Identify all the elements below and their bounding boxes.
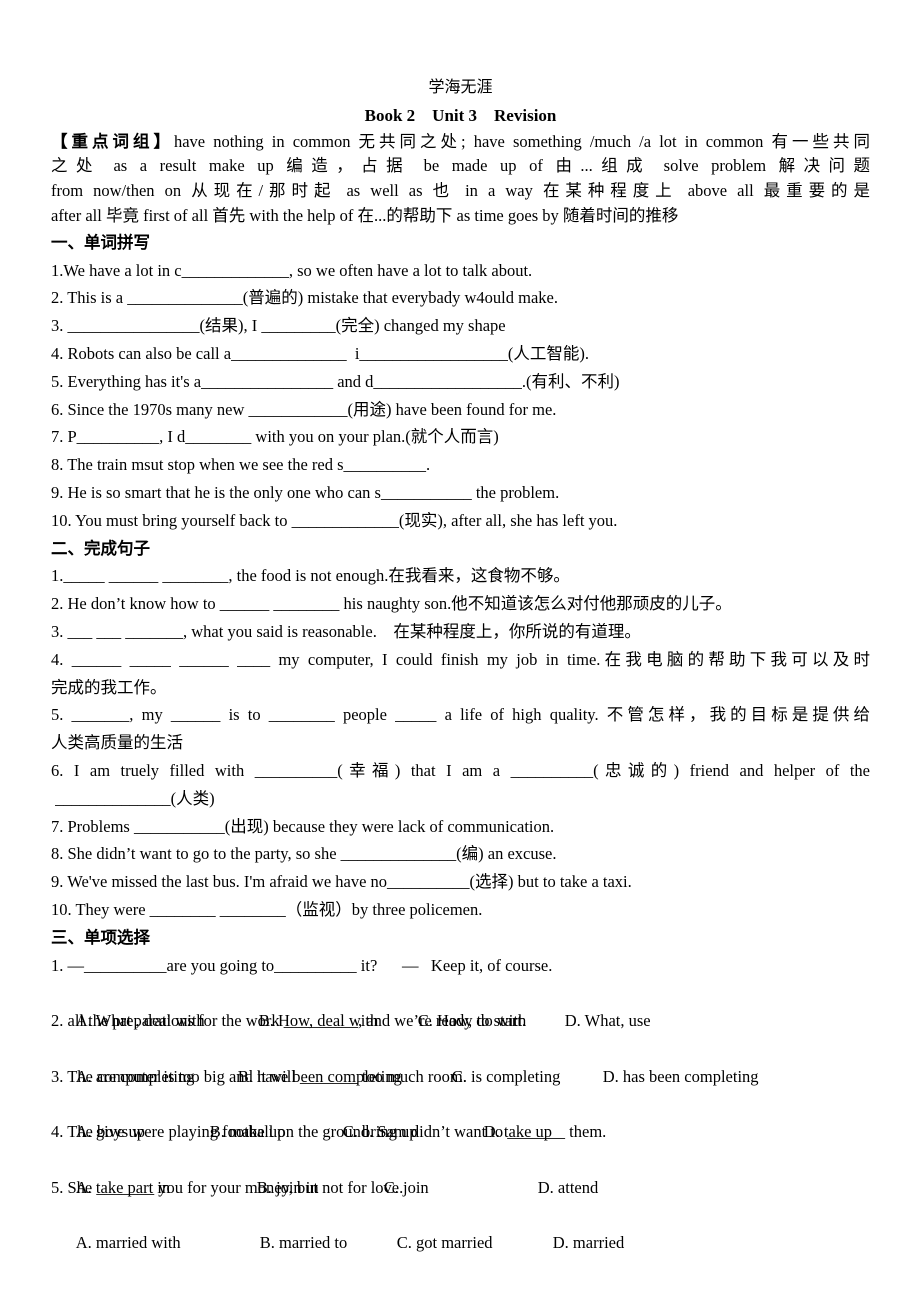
question-item: 1.We have a lot in c_____________, so we… — [51, 260, 533, 280]
answer-options: A. married with B. married to C. got marri… — [51, 1202, 870, 1252]
vocab-line: after all 毕竟 first of all 首先 with the he… — [51, 205, 679, 225]
question-item: 2. He don’t know how to ______ ________ … — [51, 594, 732, 614]
section-heading: 一、单词拼写 — [51, 232, 150, 252]
section-multiple-choice: 三、单项选择 1. —__________are you going to___… — [51, 924, 870, 1253]
answer-options: A. are completing B. have been completing… — [51, 1035, 870, 1086]
answer-options: A. give up B. make up C. bring up D. take u… — [51, 1090, 870, 1141]
question-item: 3. ________________(结果), I _________(完全)… — [51, 316, 506, 336]
question-item: 8. She didn’t want to go to the party, s… — [51, 844, 557, 864]
question-stem: 4. The boys were playing football on the… — [51, 1122, 607, 1142]
option-c: C. got married — [396, 1233, 493, 1253]
option-d: D. What, use — [564, 1011, 651, 1031]
question-item: 2. This is a ______________(普遍的) mistake… — [51, 288, 558, 308]
section-heading: 二、完成句子 — [51, 538, 150, 558]
question-item-continuation: 人类高质量的生活 — [51, 733, 183, 753]
question-item: 10. They were ________ ________（监视）by th… — [51, 899, 483, 919]
option-a: A. married with — [75, 1233, 181, 1253]
section-complete-sentences: 二、完成句子 1._____ ______ ________, the food… — [51, 535, 870, 924]
question-item: 9. He is so smart that he is the only on… — [51, 482, 560, 502]
vocab-line: from now/then on 从现在/那时起 as well as 也 in… — [51, 181, 870, 201]
question-item: 7. P__________, I d________ with you on … — [51, 427, 499, 447]
question-item: 3. ___ ___ _______, what you said is rea… — [51, 621, 641, 641]
question-item: 6. I am truely filled with __________(幸福… — [51, 760, 870, 780]
question-item: 8. The train msut stop when we see the r… — [51, 455, 431, 475]
section-heading: 三、单项选择 — [51, 927, 150, 947]
question-stem: 2. all the preparations for the work ___… — [51, 1011, 527, 1031]
vocab-line: 之处 as a result make up 编造，占据 be made up … — [51, 156, 870, 176]
option-d: D. attend — [537, 1177, 599, 1197]
option-d: D. married — [552, 1233, 625, 1253]
question-item: 7. Problems ___________(出现) because they… — [51, 816, 555, 836]
option-c: C. join — [383, 1177, 429, 1197]
question-item-continuation: 完成的我工作。 — [51, 677, 167, 697]
question-stem: 1. —__________are you going to__________… — [51, 955, 553, 975]
question-item: 4. Robots can also be call a____________… — [51, 343, 590, 363]
page-title: Book 2 Unit 3 Revision — [364, 105, 557, 125]
answer-options: A. take part in B. join in C. join D. atten… — [51, 1146, 870, 1197]
worksheet-page: 学海无涯 Book 2 Unit 3 Revision 【重点词组】have n… — [51, 74, 870, 1253]
header-top-text: 学海无涯 — [428, 79, 493, 96]
vocab-line: 【重点词组】have nothing in common 无共同之处; have… — [51, 131, 871, 151]
question-item: 4. ______ _____ ______ ____ my computer,… — [51, 649, 870, 669]
option-d: D. has been completing — [602, 1066, 759, 1086]
question-item: 5. Everything has it's a________________… — [51, 371, 620, 391]
answer-options: A. What , deal with B. How, deal with C. H… — [51, 979, 870, 1030]
vocab-label: 【重点词组】 — [51, 131, 174, 151]
question-item: 6. Since the 1970s many new ____________… — [51, 399, 557, 419]
question-item: 1._____ ______ ________, the food is not… — [51, 566, 570, 586]
question-item: 5. _______, my ______ is to ________ peo… — [51, 705, 870, 725]
question-item: 10. You must bring yourself back to ____… — [51, 510, 618, 530]
option-b: B. married to — [259, 1233, 348, 1253]
option-c: C. is completing — [451, 1066, 561, 1086]
section-spelling: 一、单词拼写 1.We have a lot in c_____________… — [51, 229, 870, 535]
question-item-continuation: ______________(人类) — [51, 788, 215, 808]
key-phrases-block: 【重点词组】have nothing in common 无共同之处; have… — [51, 130, 870, 229]
question-item: 9. We've missed the last bus. I'm afraid… — [51, 872, 632, 892]
